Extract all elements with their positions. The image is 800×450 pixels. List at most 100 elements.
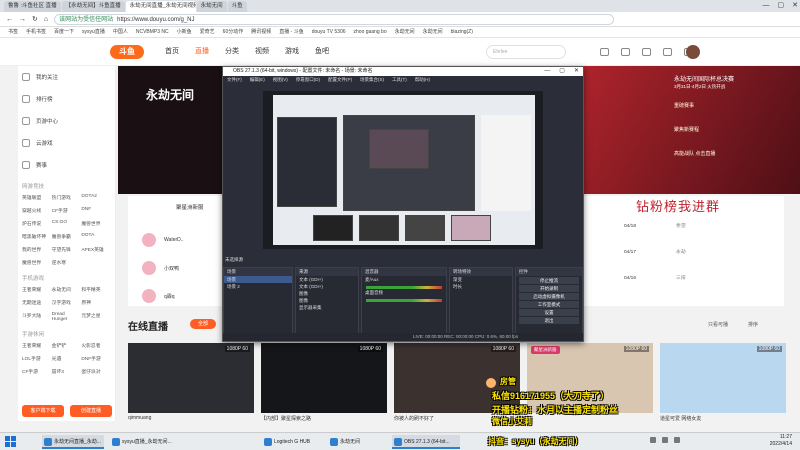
source-item[interactable]: 图像: [296, 290, 358, 297]
category-link[interactable]: 王者荣耀: [22, 286, 52, 293]
category-link[interactable]: CF手游: [52, 207, 82, 214]
bookmark-item[interactable]: 中国人: [113, 27, 128, 37]
forward-icon[interactable]: →: [19, 16, 26, 23]
sidebar-item-rank[interactable]: 排行榜: [18, 88, 115, 110]
taskbar-app[interactable]: 永劫无间: [328, 435, 382, 449]
menu-view[interactable]: 视图(V): [273, 76, 288, 84]
settings-button[interactable]: 设置: [519, 309, 579, 316]
browser-tab[interactable]: 永劫无间: [196, 1, 227, 12]
download-icon[interactable]: [663, 48, 672, 56]
taskbar-app[interactable]: sysyu直播_永劫无间...: [110, 435, 176, 449]
category-link[interactable]: DOTA2: [81, 194, 111, 201]
close-button[interactable]: ✕: [574, 67, 579, 76]
browser-tab[interactable]: 【永劫无间】斗鱼直播: [61, 1, 125, 12]
minimize-button[interactable]: —: [544, 67, 550, 76]
bookmark-item[interactable]: 60分动作: [223, 27, 244, 37]
maximize-button[interactable]: ▢: [559, 67, 565, 76]
category-link[interactable]: Dread Hunger: [52, 312, 82, 322]
category-link[interactable]: 斗罗大陆: [22, 312, 52, 322]
bookmark-item[interactable]: zhoo gaang bo: [354, 27, 387, 37]
sidebar-item-cloudgame[interactable]: 云游戏: [18, 132, 115, 154]
event-promo[interactable]: 永劫无间国际杯总决赛 3月31日-4月2日 火热开战 重磅赛事 聚焦新赛程 高能…: [578, 66, 800, 194]
obs-preview[interactable]: [263, 91, 543, 249]
category-link[interactable]: 守望先锋: [52, 246, 82, 253]
bookmark-item[interactable]: blazing(Z): [451, 27, 473, 37]
network-icon[interactable]: [662, 437, 668, 443]
category-link[interactable]: 热门游戏: [52, 194, 82, 201]
download-client-button[interactable]: 客户端下载: [22, 405, 64, 417]
streamer-row[interactable]: q霖q: [128, 282, 228, 310]
menu-edit[interactable]: 编辑(E): [250, 76, 265, 84]
douyu-logo[interactable]: 斗鱼: [110, 45, 144, 59]
bookmark-item[interactable]: douyu TV 5306: [312, 27, 346, 37]
category-link[interactable]: 我的世界: [22, 246, 52, 253]
category-link[interactable]: 魔兽世界: [22, 259, 52, 266]
follow-icon[interactable]: [621, 48, 630, 56]
live-all-button[interactable]: 全部: [190, 319, 216, 329]
close-button[interactable]: ✕: [792, 0, 798, 12]
nav-games[interactable]: 游戏: [285, 46, 299, 56]
bookmark-item[interactable]: 手机书签: [26, 27, 46, 37]
category-link[interactable]: 炉石传说: [22, 220, 52, 227]
category-link[interactable]: 金铲铲: [52, 342, 82, 349]
category-link[interactable]: 英雄联盟: [22, 194, 52, 201]
source-item[interactable]: 图像: [296, 297, 358, 304]
sidebar-item-webgame[interactable]: 页游中心: [18, 110, 115, 132]
minimize-button[interactable]: —: [763, 0, 770, 12]
category-link[interactable]: 火影忍者: [81, 342, 111, 349]
card-caption[interactable]: 【内部】聚星探索之路: [261, 415, 311, 422]
category-link[interactable]: 崩坏3: [52, 368, 82, 375]
promo-item[interactable]: 高能战队 点击直播: [674, 150, 715, 157]
bookmark-item[interactable]: 爱奇艺: [200, 27, 215, 37]
menu-help[interactable]: 帮助(H): [415, 76, 430, 84]
menu-file[interactable]: 文件(F): [227, 76, 242, 84]
bookmark-item[interactable]: 腾讯视频: [251, 27, 271, 37]
source-item[interactable]: 文本 (GDI+): [296, 283, 358, 290]
history-icon[interactable]: [600, 48, 609, 56]
menu-profile[interactable]: 配置文件(P): [328, 76, 352, 84]
taskbar-app[interactable]: OBS 27.1.3 (64-bit...: [392, 435, 460, 449]
taskbar-app[interactable]: 永劫无间直播_永劫...: [42, 435, 104, 449]
source-item[interactable]: 显示器采集: [296, 304, 358, 311]
volume-meter[interactable]: [366, 299, 442, 302]
scene-item[interactable]: 场景: [224, 276, 292, 283]
category-link[interactable]: 元梦之星: [81, 312, 111, 322]
category-link[interactable]: 汉字游戏: [52, 299, 82, 306]
category-link[interactable]: 魔兽争霸: [52, 233, 82, 240]
maximize-button[interactable]: ▢: [778, 0, 785, 12]
category-link[interactable]: 原神: [81, 299, 111, 306]
sort-dropdown[interactable]: 排序: [748, 321, 758, 328]
nav-home[interactable]: 首页: [165, 46, 179, 56]
category-link[interactable]: 魔兽世界: [81, 220, 111, 227]
nav-video[interactable]: 视频: [255, 46, 269, 56]
rank-row[interactable]: 04/18 希望: [624, 222, 686, 229]
category-link[interactable]: 光遇: [52, 355, 82, 362]
only-playable-toggle[interactable]: 只看可播: [708, 321, 728, 328]
bookmark-item[interactable]: 永劫无间: [395, 27, 415, 37]
menu-tools[interactable]: 工具(T): [392, 76, 407, 84]
category-link[interactable]: 王者荣耀: [22, 342, 52, 349]
category-link[interactable]: 逆水寒: [52, 259, 82, 266]
category-link[interactable]: 暗黑破坏神: [22, 233, 52, 240]
category-link[interactable]: 无期迷途: [22, 299, 52, 306]
live-card[interactable]: 1080P 60: [128, 343, 254, 413]
streamer-row[interactable]: WaterD..: [128, 226, 228, 254]
browser-tab-active[interactable]: 永劫无间直播_永劫无间视频直播 - 斗鱼直播: [125, 1, 196, 12]
category-link[interactable]: 穿越火线: [22, 207, 52, 214]
category-link[interactable]: CS:GO: [52, 220, 82, 227]
stop-streaming-button[interactable]: 停止推流: [519, 277, 579, 284]
home-icon[interactable]: ⌂: [44, 16, 48, 23]
windows-start-icon[interactable]: [5, 436, 16, 447]
bookmark-item[interactable]: 永劫无间: [423, 27, 443, 37]
back-icon[interactable]: ←: [6, 16, 13, 23]
search-input[interactable]: Ehrlee: [486, 45, 566, 59]
card-caption[interactable]: qimmuang: [128, 415, 151, 421]
rank-row[interactable]: 04/16 三排: [624, 274, 686, 281]
scene-item[interactable]: 场景 2: [224, 283, 292, 290]
browser-tab[interactable]: 斗鱼: [227, 1, 247, 12]
message-icon[interactable]: [642, 48, 651, 56]
nav-category[interactable]: 分类: [225, 46, 239, 56]
promo-item[interactable]: 聚焦新赛程: [674, 126, 699, 133]
nav-yuba[interactable]: 鱼吧: [315, 46, 329, 56]
refresh-icon[interactable]: ↻: [32, 15, 38, 23]
